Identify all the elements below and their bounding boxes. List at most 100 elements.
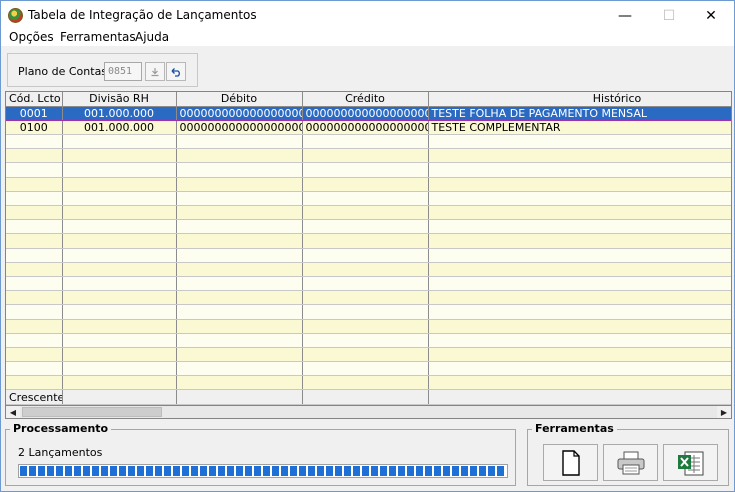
cell-credito[interactable]: 00000000000000000009 [302,105,429,121]
print-button[interactable] [603,444,658,481]
cell-cod-lcto[interactable] [6,162,63,178]
cell-credito[interactable] [302,304,429,320]
cell-historico[interactable] [428,148,731,164]
cell-cod-lcto[interactable] [6,233,63,249]
cell-debito[interactable] [176,191,303,207]
cell-credito[interactable] [302,162,429,178]
table-row[interactable] [6,304,731,320]
undo-icon[interactable] [166,62,186,81]
cell-historico[interactable] [428,375,731,391]
cell-cod-lcto[interactable] [6,134,63,150]
cell-credito[interactable] [302,148,429,164]
cell-credito[interactable] [302,319,429,334]
cell-divisao-rh[interactable] [62,319,177,334]
cell-credito[interactable] [302,333,429,348]
cell-divisao-rh[interactable] [62,290,177,306]
cell-cod-lcto[interactable] [6,191,63,207]
table-row[interactable] [6,319,731,334]
cell-cod-lcto[interactable] [6,375,63,391]
table-row[interactable] [6,191,731,207]
cell-divisao-rh[interactable] [62,134,177,150]
menu-ferramentas[interactable]: Ferramentas [60,30,136,44]
cell-credito[interactable] [302,177,429,192]
cell-debito[interactable]: 00000000000000000008 [176,105,303,121]
cell-debito[interactable] [176,162,303,178]
new-document-button[interactable] [543,444,598,481]
table-row[interactable] [6,276,731,292]
table-row[interactable]: 0001001.000.0000000000000000000000800000… [6,105,731,121]
cell-debito[interactable] [176,276,303,292]
cell-divisao-rh[interactable] [62,233,177,249]
cell-cod-lcto[interactable] [6,276,63,292]
cell-credito[interactable] [302,262,429,277]
cell-cod-lcto[interactable] [6,361,63,377]
table-row[interactable] [6,347,731,363]
cell-debito[interactable] [176,262,303,277]
cell-historico[interactable] [428,319,731,334]
cell-historico[interactable] [428,219,731,235]
cell-credito[interactable] [302,205,429,221]
table-row[interactable] [6,361,731,377]
table-row[interactable] [6,205,731,221]
cell-cod-lcto[interactable] [6,205,63,221]
table-row[interactable] [6,177,731,192]
cell-divisao-rh[interactable] [62,177,177,192]
title-bar[interactable]: Tabela de Integração de Lançamentos — ☐ … [1,1,734,30]
menu-ajuda[interactable]: Ajuda [135,30,169,44]
cell-historico[interactable]: TESTE FOLHA DE PAGAMENTO MENSAL [428,105,731,121]
cell-debito[interactable] [176,304,303,320]
cell-historico[interactable] [428,304,731,320]
cell-cod-lcto[interactable] [6,148,63,164]
cell-historico[interactable] [428,248,731,263]
cell-debito[interactable] [176,219,303,235]
table-row[interactable] [6,248,731,263]
cell-divisao-rh[interactable] [62,375,177,391]
table-row[interactable] [6,375,731,391]
cell-historico[interactable] [428,205,731,221]
cell-debito[interactable] [176,177,303,192]
plano-de-contas-input[interactable] [104,62,142,81]
cell-divisao-rh[interactable] [62,347,177,363]
cell-divisao-rh[interactable]: 001.000.000 [62,120,177,136]
cell-historico[interactable] [428,233,731,249]
col-header-credito[interactable]: Crédito [302,92,429,107]
cell-divisao-rh[interactable] [62,361,177,377]
cell-debito[interactable] [176,233,303,249]
cell-divisao-rh[interactable] [62,191,177,207]
cell-historico[interactable] [428,262,731,277]
table-row[interactable] [6,219,731,235]
cell-cod-lcto[interactable]: 0100 [6,120,63,136]
cell-cod-lcto[interactable] [6,248,63,263]
cell-debito[interactable] [176,347,303,363]
table-row[interactable]: 0100001.000.0000000000000000000000500000… [6,120,731,136]
table-row[interactable] [6,233,731,249]
cell-divisao-rh[interactable] [62,276,177,292]
cell-divisao-rh[interactable] [62,248,177,263]
cell-debito[interactable]: 00000000000000000005 [176,120,303,136]
scroll-right-icon[interactable]: ▶ [717,406,731,418]
cell-debito[interactable] [176,205,303,221]
table-row[interactable] [6,162,731,178]
cell-debito[interactable] [176,375,303,391]
cell-credito[interactable] [302,375,429,391]
scroll-left-icon[interactable]: ◀ [6,406,20,418]
cell-credito[interactable] [302,134,429,150]
cell-historico[interactable] [428,347,731,363]
cell-historico[interactable] [428,361,731,377]
cell-historico[interactable] [428,290,731,306]
cell-credito[interactable]: 00000000000000000006 [302,120,429,136]
excel-export-button[interactable] [663,444,718,481]
table-row[interactable] [6,134,731,150]
cell-debito[interactable] [176,333,303,348]
cell-divisao-rh[interactable] [62,205,177,221]
cell-cod-lcto[interactable] [6,177,63,192]
table-row[interactable] [6,262,731,277]
col-header-divisao-rh[interactable]: Divisão RH [62,92,177,107]
cell-divisao-rh[interactable] [62,162,177,178]
horizontal-scrollbar[interactable]: ◀ ▶ [5,405,732,419]
cell-debito[interactable] [176,148,303,164]
cell-divisao-rh[interactable] [62,219,177,235]
cell-historico[interactable]: TESTE COMPLEMENTAR [428,120,731,136]
cell-credito[interactable] [302,248,429,263]
cell-credito[interactable] [302,361,429,377]
